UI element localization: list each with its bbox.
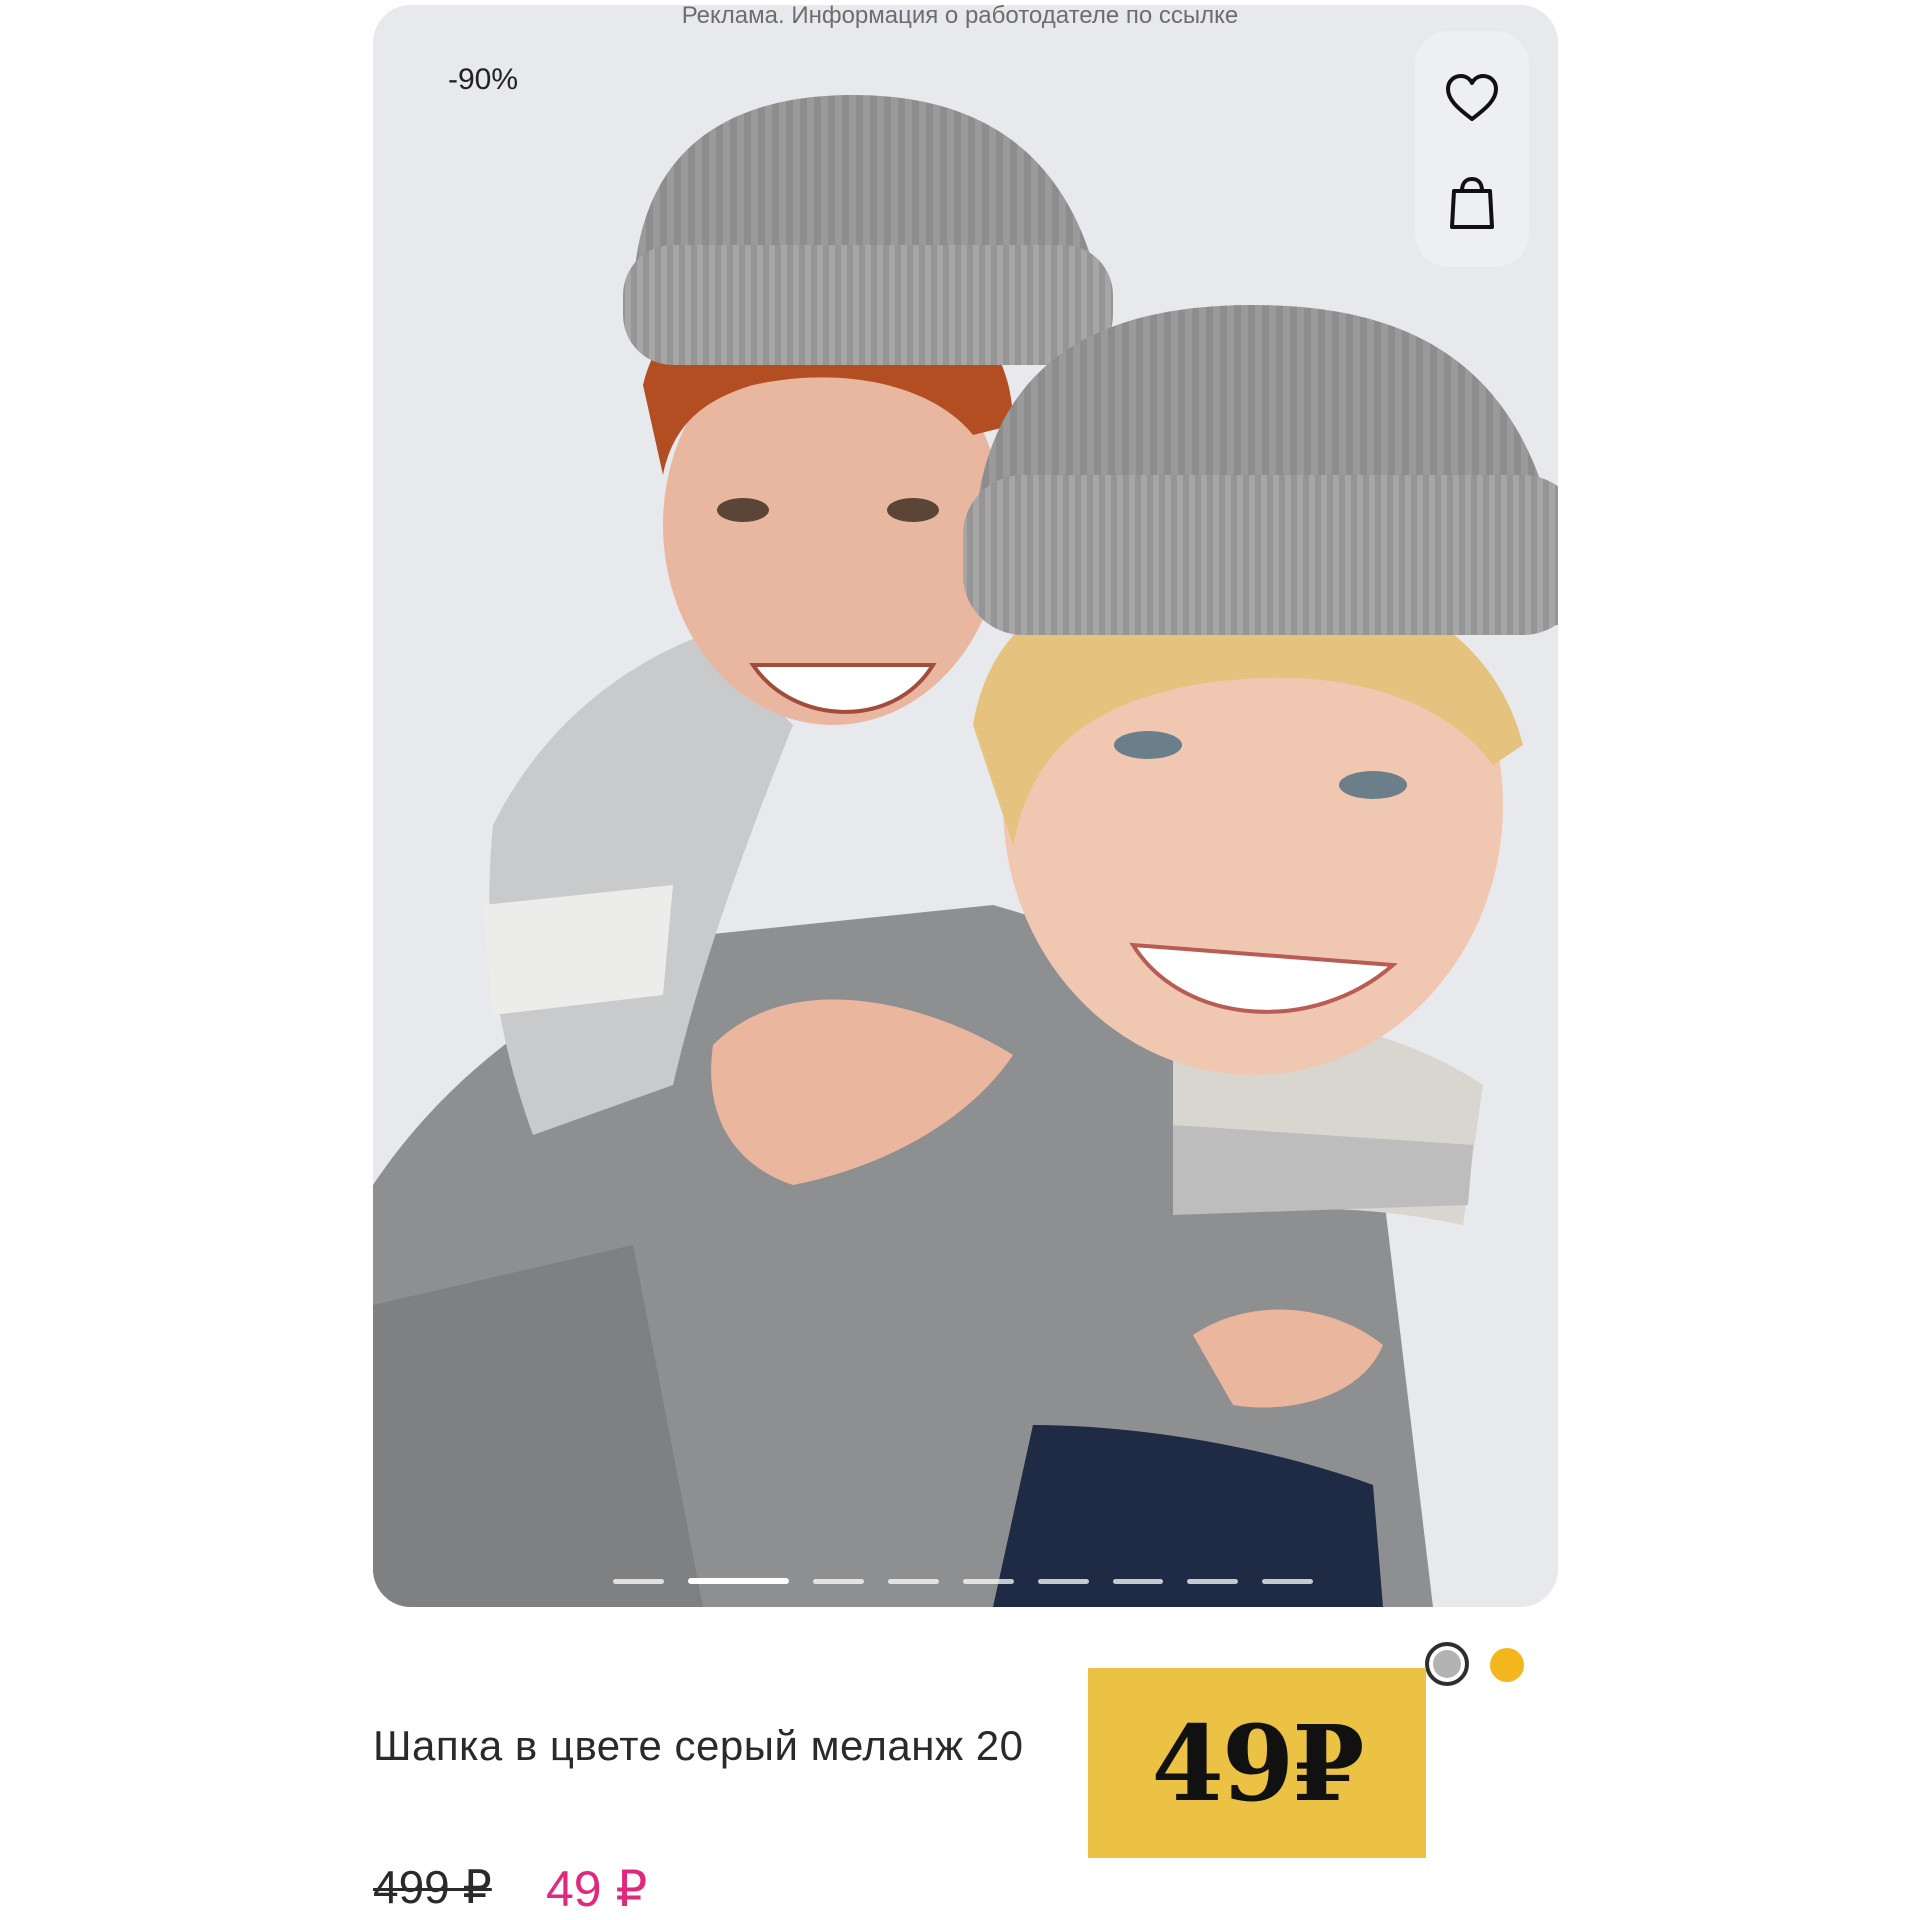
price-sticker: 49₽ xyxy=(1088,1668,1426,1858)
add-to-cart-button[interactable] xyxy=(1442,173,1502,233)
favorite-button[interactable] xyxy=(1442,69,1502,129)
product-card[interactable]: -90% xyxy=(373,5,1558,1607)
pagination-dot[interactable] xyxy=(687,1578,790,1584)
color-swatch-yellow[interactable] xyxy=(1490,1648,1524,1682)
pagination-dot[interactable] xyxy=(813,1578,865,1584)
pagination-dot[interactable] xyxy=(1112,1578,1164,1584)
heart-icon xyxy=(1446,74,1498,121)
pagination-dot[interactable] xyxy=(962,1578,1014,1584)
card-actions xyxy=(1415,31,1529,267)
shopping-bag-icon xyxy=(1450,176,1494,229)
ad-disclosure-link[interactable]: Реклама. Информация о работодателе по сс… xyxy=(0,2,1920,30)
product-photo[interactable] xyxy=(373,5,1558,1607)
sticker-price: 49₽ xyxy=(1151,1701,1364,1825)
pagination-dot[interactable] xyxy=(1187,1578,1239,1584)
pagination-dot[interactable] xyxy=(1037,1578,1089,1584)
color-swatch-gray[interactable] xyxy=(1425,1642,1469,1686)
pagination-dot[interactable] xyxy=(613,1578,664,1584)
discount-badge: -90% xyxy=(448,63,519,96)
pagination-dot[interactable] xyxy=(1262,1578,1313,1584)
product-title[interactable]: Шапка в цвете серый меланж 20 xyxy=(373,1722,1093,1770)
old-price: 499 ₽ xyxy=(373,1861,492,1913)
pagination-dot[interactable] xyxy=(888,1578,939,1584)
new-price: 49 ₽ xyxy=(546,1861,648,1917)
image-pagination xyxy=(613,1578,1313,1584)
